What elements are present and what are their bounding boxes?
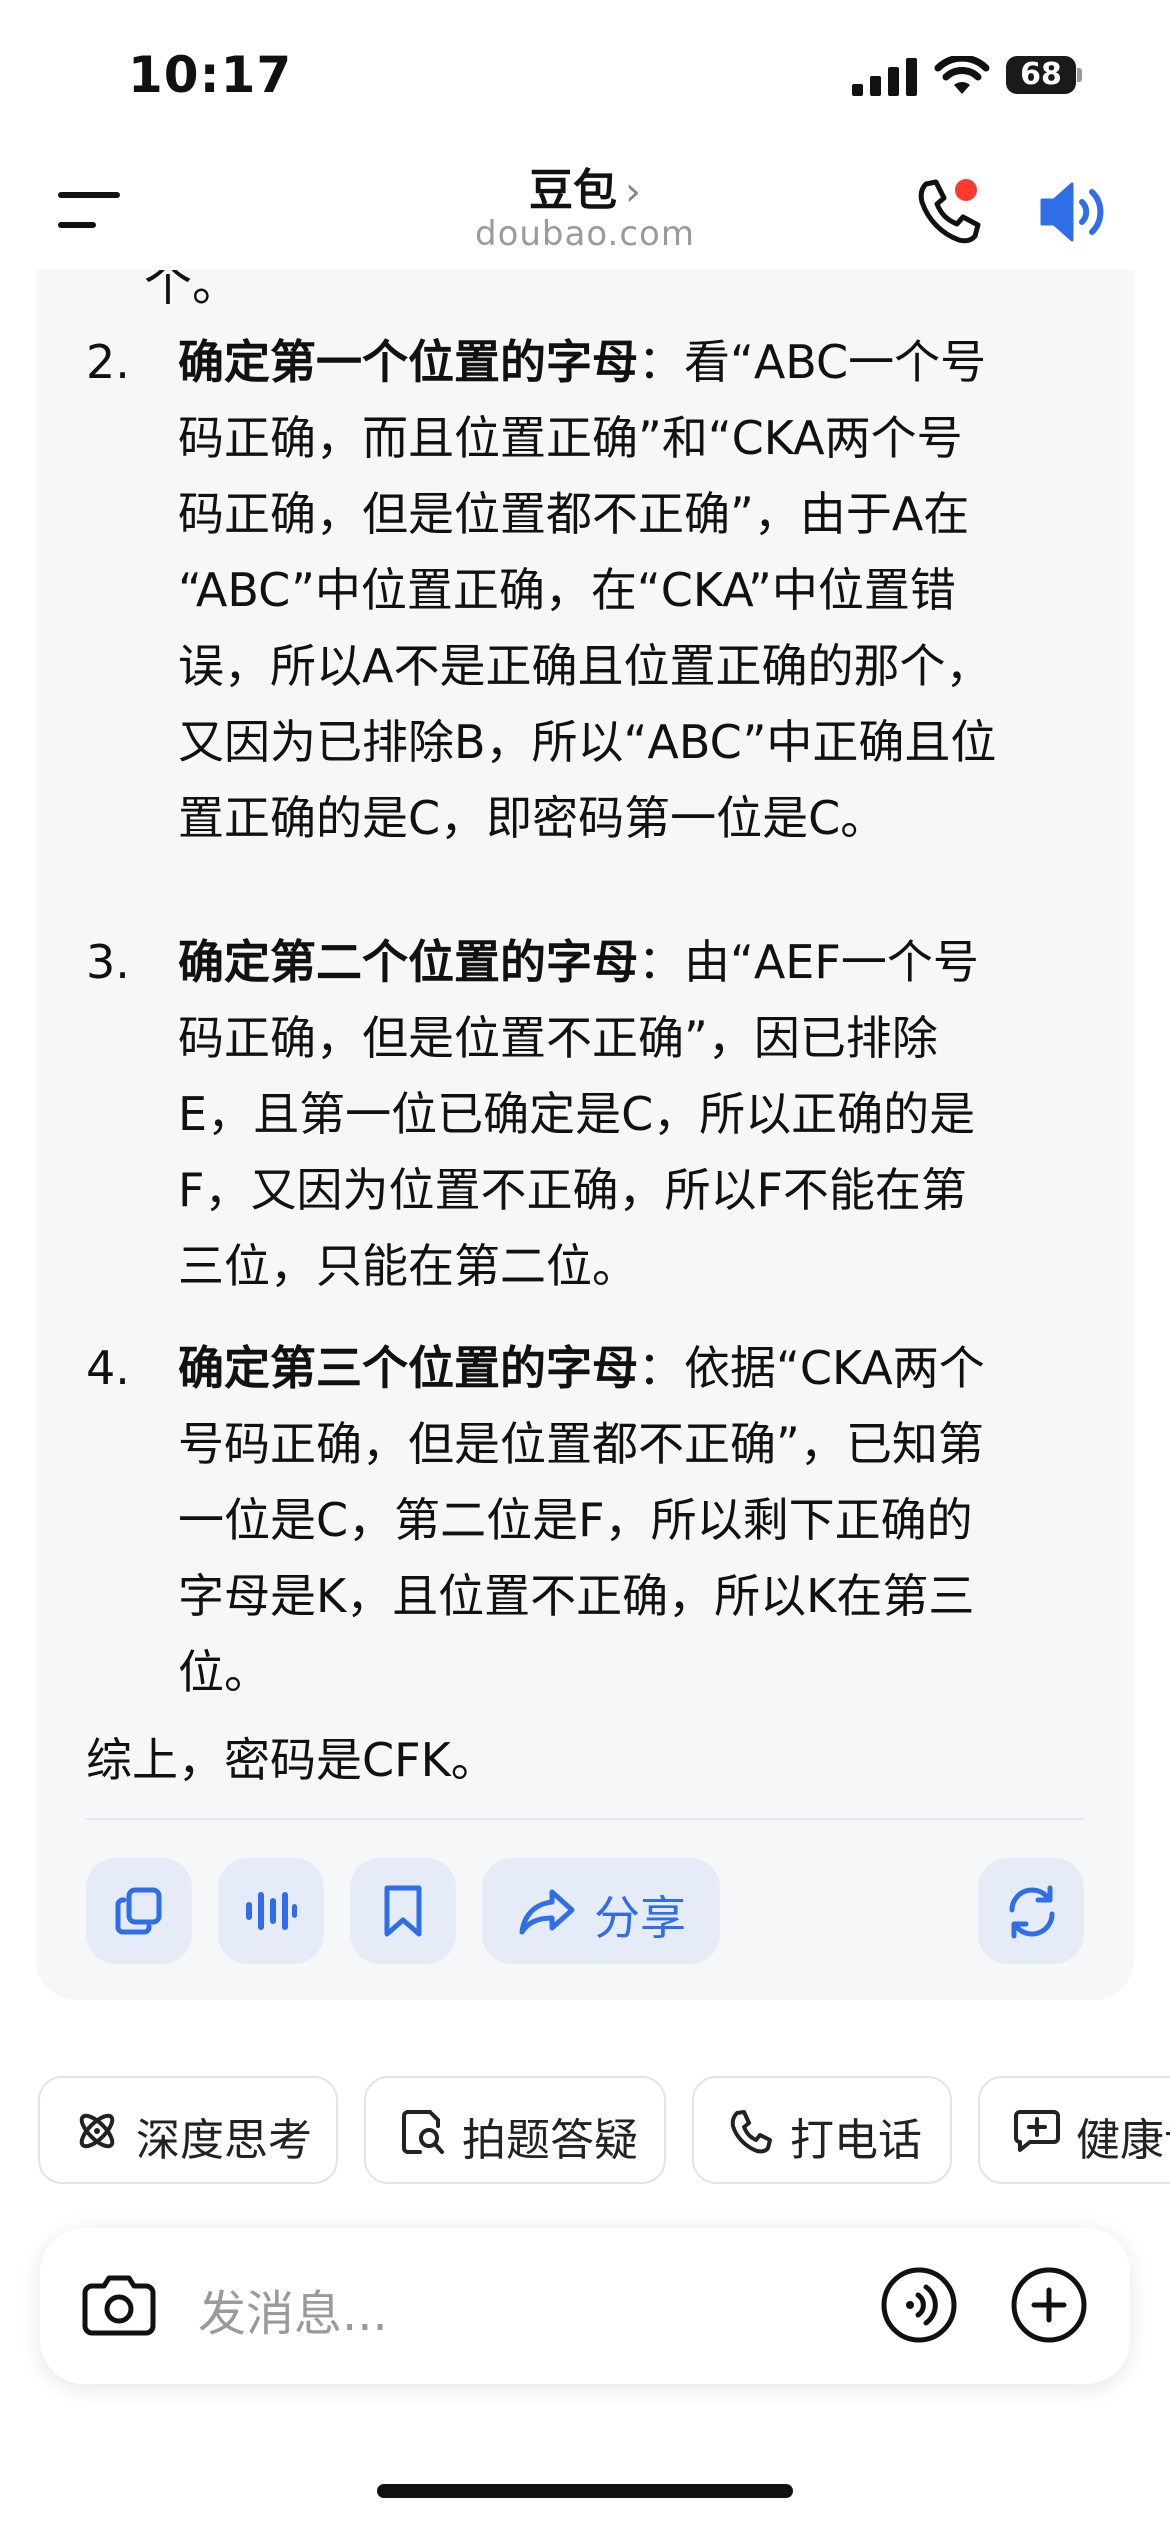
chat-title-button[interactable]: 豆包 › <box>0 154 1170 218</box>
wifi-icon <box>934 56 990 94</box>
share-label: 分享 <box>594 1891 686 1945</box>
step-text: ：依据“CKA两个 <box>638 1341 985 1395</box>
copy-button[interactable] <box>86 1858 192 1964</box>
audio-wave-icon <box>246 1892 297 1930</box>
status-bar: 10:17 68 <box>0 0 1170 150</box>
step-text: F，又因为位置不正确，所以F不能在第 <box>178 1163 967 1217</box>
message-input-bar: 发消息... <box>40 2228 1130 2384</box>
chevron-right-icon: › <box>625 169 641 215</box>
step-number: 3. <box>86 935 130 989</box>
chip-health[interactable]: 健康诊 <box>978 2076 1170 2184</box>
step-heading: 确定第二个位置的字母 <box>178 935 638 989</box>
chip-label: 打电话 <box>790 2115 922 2166</box>
status-time: 10:17 <box>128 46 293 104</box>
chat-header: 豆包 › doubao.com <box>0 150 1170 270</box>
step-text: 号码正确，但是位置都不正确”，已知第 <box>178 1417 984 1471</box>
chip-label: 健康诊 <box>1076 2115 1170 2166</box>
step-text: 置正确的是C，即密码第一位是C。 <box>178 791 887 845</box>
step-text: “ABC”中位置正确，在“CKA”中位置错 <box>178 563 956 617</box>
camera-icon[interactable] <box>82 2270 156 2338</box>
step-text: ：由“AEF一个号 <box>638 935 979 989</box>
photo-search-icon <box>402 2110 444 2154</box>
answer-card: 个。 2. 确定第一个位置的字母：看“ABC一个号 码正确，而且位置正确”和“C… <box>36 270 1134 2000</box>
chat-title: 豆包 <box>529 165 617 216</box>
refresh-icon <box>1009 1885 1055 1939</box>
home-indicator <box>377 2484 793 2498</box>
phone-icon <box>730 2110 772 2154</box>
share-icon <box>519 1889 575 1935</box>
phone-call-icon[interactable] <box>912 174 984 246</box>
step-number: 4. <box>86 1341 130 1395</box>
step-heading: 确定第一个位置的字母 <box>178 335 638 389</box>
plus-icon[interactable] <box>1010 2266 1088 2344</box>
message-input[interactable]: 发消息... <box>198 2274 388 2344</box>
step-text: E，且第一位已确定是C，所以正确的是 <box>178 1087 976 1141</box>
atom-icon <box>79 2113 115 2149</box>
divider <box>86 1818 1084 1820</box>
step-text: 码正确，但是位置不正确”，因已排除 <box>178 1011 938 1065</box>
step-number: 2. <box>86 335 130 389</box>
voice-play-button[interactable] <box>218 1858 324 1964</box>
answer-summary: 综上，密码是CFK。 <box>86 1733 497 1787</box>
speaker-icon[interactable] <box>1038 180 1114 244</box>
step-text: 码正确，而且位置正确”和“CKA两个号 <box>178 411 963 465</box>
share-button[interactable]: 分享 <box>482 1858 720 1964</box>
chip-label: 深度思考 <box>136 2115 312 2166</box>
chip-deep-thinking[interactable]: 深度思考 <box>38 2076 338 2184</box>
step-text: ：看“ABC一个号 <box>638 335 987 389</box>
battery-percent: 68 <box>1020 57 1062 92</box>
step-text: 误，所以A不是正确且位置正确的那个， <box>178 639 992 693</box>
step-text: 码正确，但是位置都不正确”，由于A在 <box>178 487 970 541</box>
step-text: 三位，只能在第二位。 <box>178 1239 638 1293</box>
step-text: 字母是K，且位置不正确，所以K在第三 <box>178 1569 975 1623</box>
voice-input-icon[interactable] <box>880 2266 958 2344</box>
copy-icon <box>115 1887 162 1935</box>
chat-plus-icon <box>1014 2110 1060 2152</box>
bookmark-button[interactable] <box>350 1858 456 1964</box>
cellular-signal-icon <box>852 58 917 96</box>
bookmark-icon <box>384 1885 422 1937</box>
battery-icon: 68 <box>1006 56 1082 94</box>
step-text: 一位是C，第二位是F，所以剩下正确的 <box>178 1493 973 1547</box>
cut-off-text: 个。 <box>144 270 241 312</box>
chip-label: 拍题答疑 <box>462 2115 638 2166</box>
regenerate-button[interactable] <box>978 1858 1084 1964</box>
step-heading: 确定第三个位置的字母 <box>178 1341 638 1395</box>
step-text: 又因为已排除B，所以“ABC”中正确且位 <box>178 715 997 769</box>
chip-photo-question[interactable]: 拍题答疑 <box>364 2076 666 2184</box>
step-text: 位。 <box>178 1645 270 1699</box>
chip-phone-call[interactable]: 打电话 <box>692 2076 952 2184</box>
chat-subtitle: doubao.com <box>475 214 695 254</box>
